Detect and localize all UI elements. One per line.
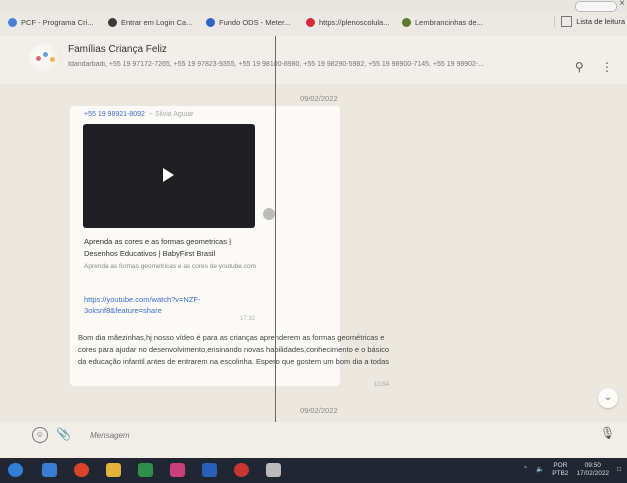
bookmarks-bar: PCF - Programa Cri... Entrar em Login Ca… <box>0 12 627 37</box>
chrome-icon[interactable] <box>170 463 185 477</box>
menu-icon[interactable]: ⋮ <box>601 60 613 74</box>
clock-date: 17/02/2022 <box>576 470 610 477</box>
volume-icon[interactable]: 🔈 <box>536 466 544 474</box>
start-icon[interactable] <box>8 463 23 477</box>
mail-icon[interactable] <box>42 463 57 477</box>
notification-icon[interactable]: □ <box>617 466 621 474</box>
bookmark-icon <box>108 18 117 27</box>
bookmark-item[interactable]: PCF - Programa Cri... <box>8 18 94 27</box>
bookmark-item[interactable]: Fundo ODS - Meter... <box>206 18 290 27</box>
bookmark-item[interactable]: https://plenoscolula... <box>306 18 389 27</box>
bookmark-item[interactable]: Lembrancinhas de... <box>402 18 483 27</box>
message-link[interactable]: https://youtube.com/watch?v=NZF-3oksnf8&… <box>84 294 260 316</box>
bookmark-icon <box>8 18 17 27</box>
language-label: POR <box>553 462 568 469</box>
sender-alias: ~ Silvia Aguiar <box>148 111 194 118</box>
group-avatar[interactable] <box>28 44 62 74</box>
message-input[interactable] <box>90 428 580 442</box>
bookmark-label: Fundo ODS - Meter... <box>219 18 291 27</box>
chevron-up-icon[interactable]: ⌃ <box>523 466 528 474</box>
bookmark-icon <box>402 18 411 27</box>
group-members: Idandarbadi, +55 19 97172-7265, +55 19 9… <box>68 61 485 68</box>
date-chip: 09/02/2022 <box>300 94 338 103</box>
chat-area: 09/02/2022 +55 19 98921-8092 ~ Silvia Agu… <box>0 84 627 422</box>
date-chip: 09/02/2022 <box>300 406 338 415</box>
reading-list-label: Lista de leitura <box>576 17 625 26</box>
bookmark-icon <box>206 18 215 27</box>
message-text: Bom dia mãezinhas,hj nosso vídeo é para … <box>78 333 390 366</box>
link-preview-description: Aprenda as formas geometricas e as cores… <box>84 263 256 270</box>
app-icon[interactable] <box>74 463 89 477</box>
message-bubble[interactable]: +55 19 98921-8092 ~ Silvia Aguiar Aprenda… <box>70 106 389 388</box>
attach-icon[interactable]: 📎 <box>56 427 71 441</box>
app-icon[interactable] <box>266 463 281 477</box>
reading-list-icon <box>561 16 573 27</box>
message-time: 10:54 <box>374 382 390 388</box>
sender-phone: +55 19 98921-8092 <box>84 111 145 118</box>
chevron-down-icon: ⌄ <box>603 392 613 403</box>
bookmark-item[interactable]: Entrar em Login Ca... <box>108 18 192 27</box>
app-icon[interactable] <box>234 463 249 477</box>
excel-icon[interactable] <box>138 463 153 477</box>
scroll-indicator <box>263 208 275 220</box>
group-title[interactable]: Famílias Criança Feliz <box>68 44 167 55</box>
bookmark-label: PCF - Programa Cri... <box>21 18 94 27</box>
language-layout: PTB2 <box>552 470 569 477</box>
clock[interactable]: 09:50 17/02/2022 <box>577 462 610 478</box>
link-preview-title[interactable]: Aprenda as cores e as formas geometricas… <box>84 236 260 260</box>
window-top-bar: × <box>0 0 627 12</box>
reading-list-button[interactable]: Lista de leitura <box>554 16 625 27</box>
search-icon[interactable]: ⚲ <box>575 60 584 74</box>
scroll-down-button[interactable]: ⌄ <box>598 388 618 408</box>
language-indicator[interactable]: POR PTB2 <box>552 462 568 478</box>
taskbar: ⌃ 🔈 POR PTB2 09:50 17/02/2022 □ <box>0 458 627 483</box>
divider-line <box>275 36 276 460</box>
emoji-icon[interactable]: ☺ <box>32 427 48 443</box>
message-time: 17:32 <box>240 316 256 322</box>
close-icon[interactable]: × <box>619 0 625 9</box>
clock-time: 09:50 <box>584 462 601 469</box>
chat-header[interactable]: Famílias Criança Feliz Idandarbadi, +55 … <box>0 36 627 84</box>
system-tray[interactable]: ⌃ 🔈 POR PTB2 09:50 17/02/2022 □ <box>515 462 621 478</box>
word-icon[interactable] <box>202 463 217 477</box>
bookmark-icon <box>306 18 315 27</box>
profile-pill[interactable] <box>575 1 617 12</box>
message-sender[interactable]: +55 19 98921-8092 ~ Silvia Aguiar <box>84 111 193 118</box>
folder-icon[interactable] <box>106 463 121 477</box>
bookmark-label: Entrar em Login Ca... <box>121 18 193 27</box>
bookmark-label: https://plenoscolula... <box>319 18 390 27</box>
composer: ☺ 📎 🎙 <box>0 422 627 458</box>
microphone-icon[interactable]: 🎙 <box>600 426 615 440</box>
bookmark-label: Lembrancinhas de... <box>415 18 483 27</box>
play-icon[interactable] <box>163 168 174 182</box>
video-thumbnail[interactable] <box>83 124 255 228</box>
